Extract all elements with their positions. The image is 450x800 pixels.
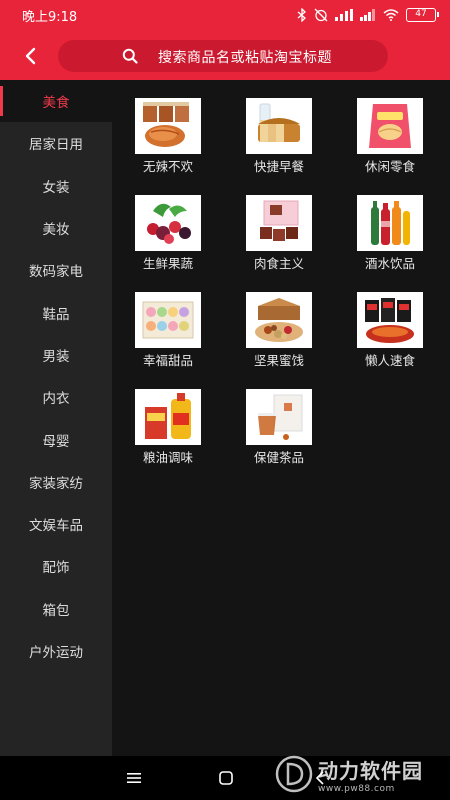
watermark: 动力软件园 www.pw88.com <box>274 750 444 798</box>
cooking-oil-icon <box>135 389 201 445</box>
chevron-left-icon <box>25 47 36 65</box>
meat-icon <box>246 195 312 251</box>
watermark-url: www.pw88.com <box>318 783 395 794</box>
subcategory-label: 休闲零食 <box>364 159 415 174</box>
sidebar-item-label: 文娱车品 <box>29 518 83 535</box>
drinks-icon <box>357 195 423 251</box>
tea-icon <box>246 389 312 445</box>
sidebar-item-label: 女装 <box>42 179 70 196</box>
menu-icon <box>127 773 141 783</box>
sidebar-item-underwear[interactable]: 内衣 <box>0 376 112 418</box>
watermark-title: 动力软件园 <box>318 758 423 783</box>
subcategory-label: 生鲜果蔬 <box>142 256 193 271</box>
subcategory-label: 肉食主义 <box>253 256 304 271</box>
nav-menu-button[interactable] <box>122 766 146 790</box>
nuts-gift-box-icon <box>246 292 312 348</box>
sidebar-item-mens-clothing[interactable]: 男装 <box>0 334 112 376</box>
subcategory-desserts[interactable]: 幸福甜品 <box>112 292 212 382</box>
search-placeholder: 搜索商品名或粘贴淘宝标题 <box>158 50 332 66</box>
sidebar-item-entertainment-car[interactable]: 文娱车品 <box>0 503 112 545</box>
subcategory-label: 坚果蜜饯 <box>253 353 304 368</box>
sidebar-item-label: 数码家电 <box>29 264 83 281</box>
status-bar: 晚上9:18 47 <box>0 0 450 30</box>
sidebar-item-label: 美食 <box>42 95 70 112</box>
subcategory-label: 无辣不欢 <box>142 159 193 174</box>
search-input[interactable]: 搜索商品名或粘贴淘宝标题 <box>58 40 388 72</box>
sidebar-item-label: 鞋品 <box>42 306 70 323</box>
sidebar-item-shoes[interactable]: 鞋品 <box>0 291 112 333</box>
sidebar-item-accessories[interactable]: 配饰 <box>0 545 112 587</box>
spicy-snack-icon <box>135 98 201 154</box>
subcategory-label: 保健茶品 <box>253 450 304 465</box>
sidebar-item-womens-clothing[interactable]: 女装 <box>0 165 112 207</box>
cell-signal-icon <box>360 9 376 21</box>
subcategory-fresh-produce[interactable]: 生鲜果蔬 <box>112 195 212 285</box>
home-square-icon <box>219 771 233 785</box>
subcategory-label: 懒人速食 <box>364 353 415 368</box>
chips-snack-icon <box>357 98 423 154</box>
subcategory-breakfast[interactable]: 快捷早餐 <box>223 98 323 188</box>
subcategory-health-tea[interactable]: 保健茶品 <box>223 389 323 479</box>
sidebar-item-label: 家装家纺 <box>29 475 83 492</box>
sidebar-item-label: 配饰 <box>42 560 70 577</box>
category-content: 无辣不欢 快捷早餐 休闲零食 生鲜果蔬 肉食主义 酒水饮品 幸福甜品 坚果蜜饯 … <box>112 80 450 756</box>
sidebar-item-food[interactable]: 美食 <box>0 80 112 123</box>
sidebar-item-label: 母婴 <box>42 433 70 450</box>
wifi-icon <box>383 9 399 21</box>
sidebar-item-label: 户外运动 <box>29 645 83 661</box>
instant-noodle-icon <box>357 292 423 348</box>
category-sidebar: 美食 居家日用 女装 美妆 数码家电 鞋品 男装 内衣 母婴 家装家纺 文娱车品… <box>0 80 112 756</box>
app-header: 晚上9:18 47 搜索商品名或粘贴淘宝标题 <box>0 0 450 80</box>
subcategory-meat[interactable]: 肉食主义 <box>223 195 323 285</box>
bread-breakfast-icon <box>246 98 312 154</box>
subcategory-drinks[interactable]: 酒水饮品 <box>334 195 434 285</box>
subcategory-nuts[interactable]: 坚果蜜饯 <box>223 292 323 382</box>
sidebar-item-label: 居家日用 <box>29 137 83 154</box>
sidebar-item-label: 内衣 <box>42 391 70 408</box>
sidebar-item-outdoor-sports[interactable]: 户外运动 <box>0 630 112 672</box>
subcategory-label: 幸福甜品 <box>142 353 193 368</box>
nav-home-button[interactable] <box>214 766 238 790</box>
macaron-dessert-icon <box>135 292 201 348</box>
back-button[interactable] <box>14 40 46 72</box>
subcategory-label: 快捷早餐 <box>253 159 304 174</box>
subcategory-grain-oil[interactable]: 粮油调味 <box>112 389 212 479</box>
sidebar-item-home-textiles[interactable]: 家装家纺 <box>0 461 112 503</box>
watermark-logo-icon <box>275 755 313 793</box>
alarm-off-icon <box>314 8 328 22</box>
subcategory-label: 酒水饮品 <box>364 256 415 271</box>
search-icon <box>122 48 138 64</box>
subcategory-label: 粮油调味 <box>142 450 193 465</box>
bluetooth-icon <box>297 8 307 22</box>
sidebar-item-electronics[interactable]: 数码家电 <box>0 249 112 291</box>
sidebar-item-label: 箱包 <box>42 602 70 619</box>
sidebar-item-baby[interactable]: 母婴 <box>0 418 112 460</box>
subcategory-snacks[interactable]: 休闲零食 <box>334 98 434 188</box>
sidebar-item-household[interactable]: 居家日用 <box>0 122 112 164</box>
sidebar-item-bags[interactable]: 箱包 <box>0 588 112 630</box>
sidebar-item-beauty[interactable]: 美妆 <box>0 207 112 249</box>
subcategory-spicy[interactable]: 无辣不欢 <box>112 98 212 188</box>
fresh-fruit-icon <box>135 195 201 251</box>
subcategory-instant-food[interactable]: 懒人速食 <box>334 292 434 382</box>
sidebar-item-label: 美妆 <box>42 222 70 239</box>
sidebar-item-label: 男装 <box>42 348 70 365</box>
status-time: 晚上9:18 <box>22 9 78 25</box>
battery-icon: 47 <box>406 8 439 22</box>
hd-signal-icon <box>335 9 353 21</box>
search-row: 搜索商品名或粘贴淘宝标题 <box>0 36 450 76</box>
